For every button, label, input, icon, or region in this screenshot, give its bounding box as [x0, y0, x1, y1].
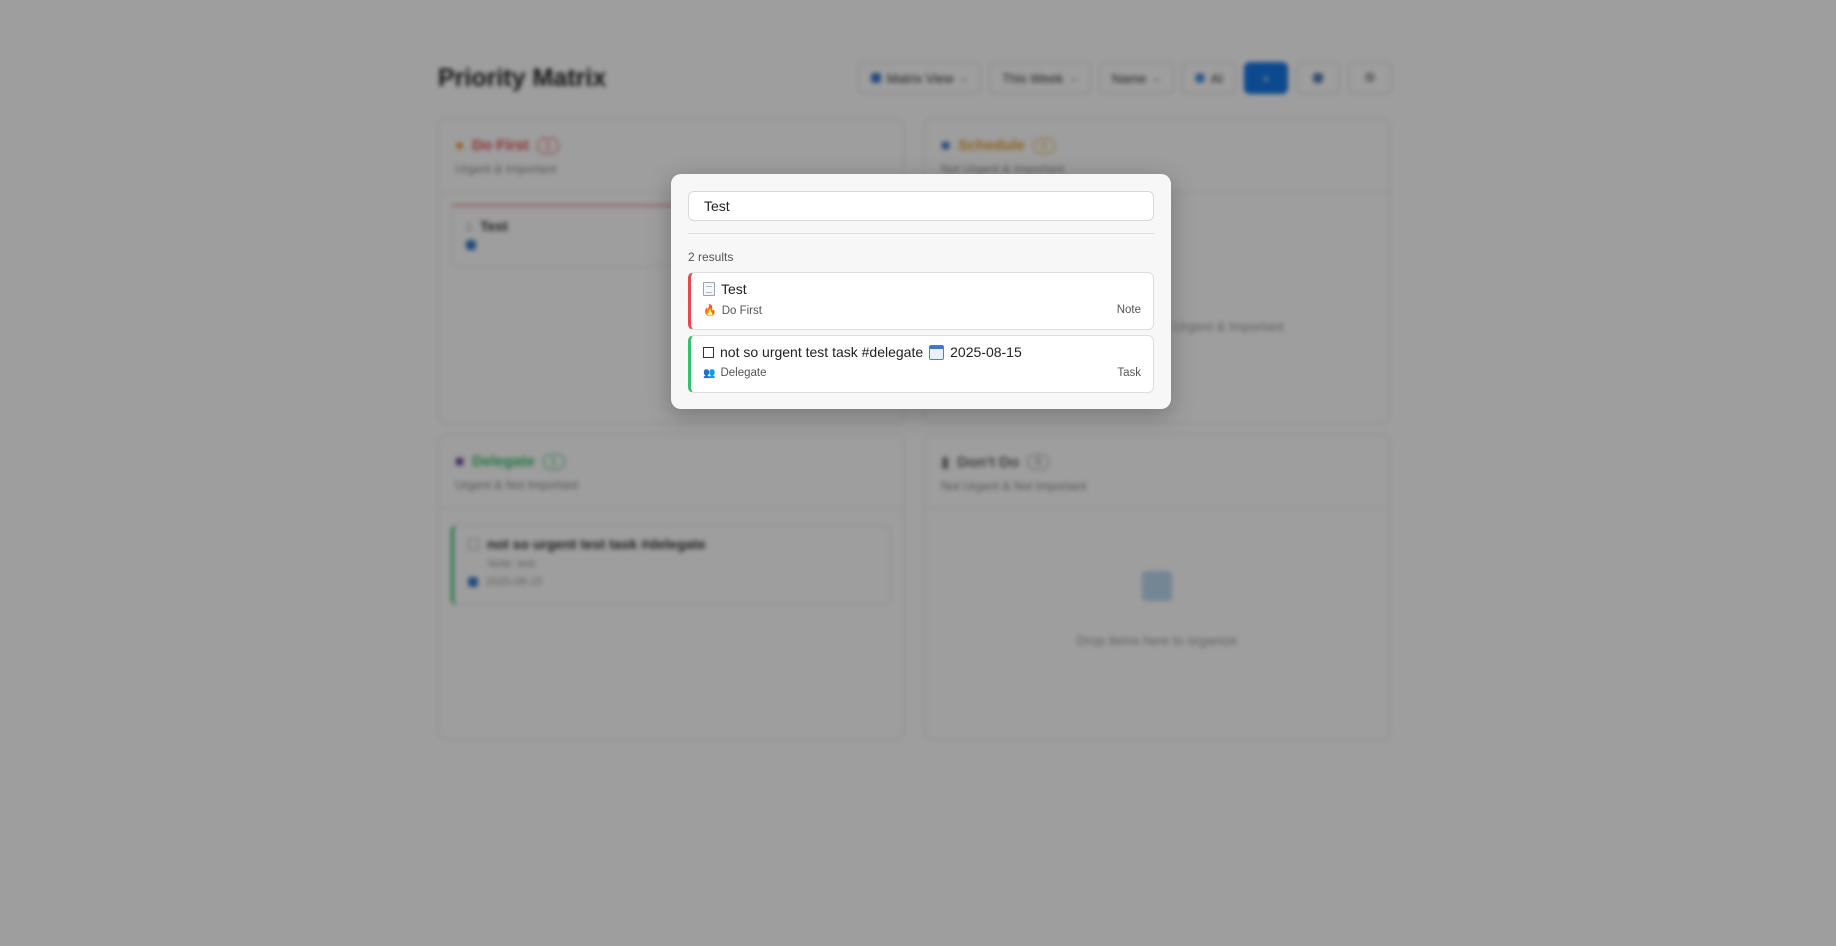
result-count: 2 results — [688, 250, 734, 264]
result-category: Do First — [721, 304, 762, 317]
result-title: Test — [721, 281, 747, 297]
search-input[interactable] — [688, 191, 1154, 221]
result-category: Delegate — [720, 367, 767, 379]
fire-icon: 🔥 — [703, 305, 717, 317]
divider — [688, 233, 1154, 234]
search-modal: 2 results Test 🔥 Do First Note not so ur… — [671, 174, 1171, 409]
result-type: Task — [1117, 367, 1141, 379]
people-icon: 👥 — [703, 367, 716, 379]
modal-overlay[interactable] — [0, 0, 1836, 946]
search-result[interactable]: Test 🔥 Do First Note — [688, 272, 1154, 330]
document-icon — [703, 282, 715, 296]
result-title: not so urgent test task #delegate — [720, 344, 924, 360]
search-result[interactable]: not so urgent test task #delegate 2025-0… — [688, 335, 1154, 393]
checkbox-icon — [703, 346, 714, 358]
calendar-icon — [929, 344, 945, 360]
result-type: Note — [1116, 304, 1141, 316]
result-date: 2025-08-15 — [950, 344, 1022, 360]
